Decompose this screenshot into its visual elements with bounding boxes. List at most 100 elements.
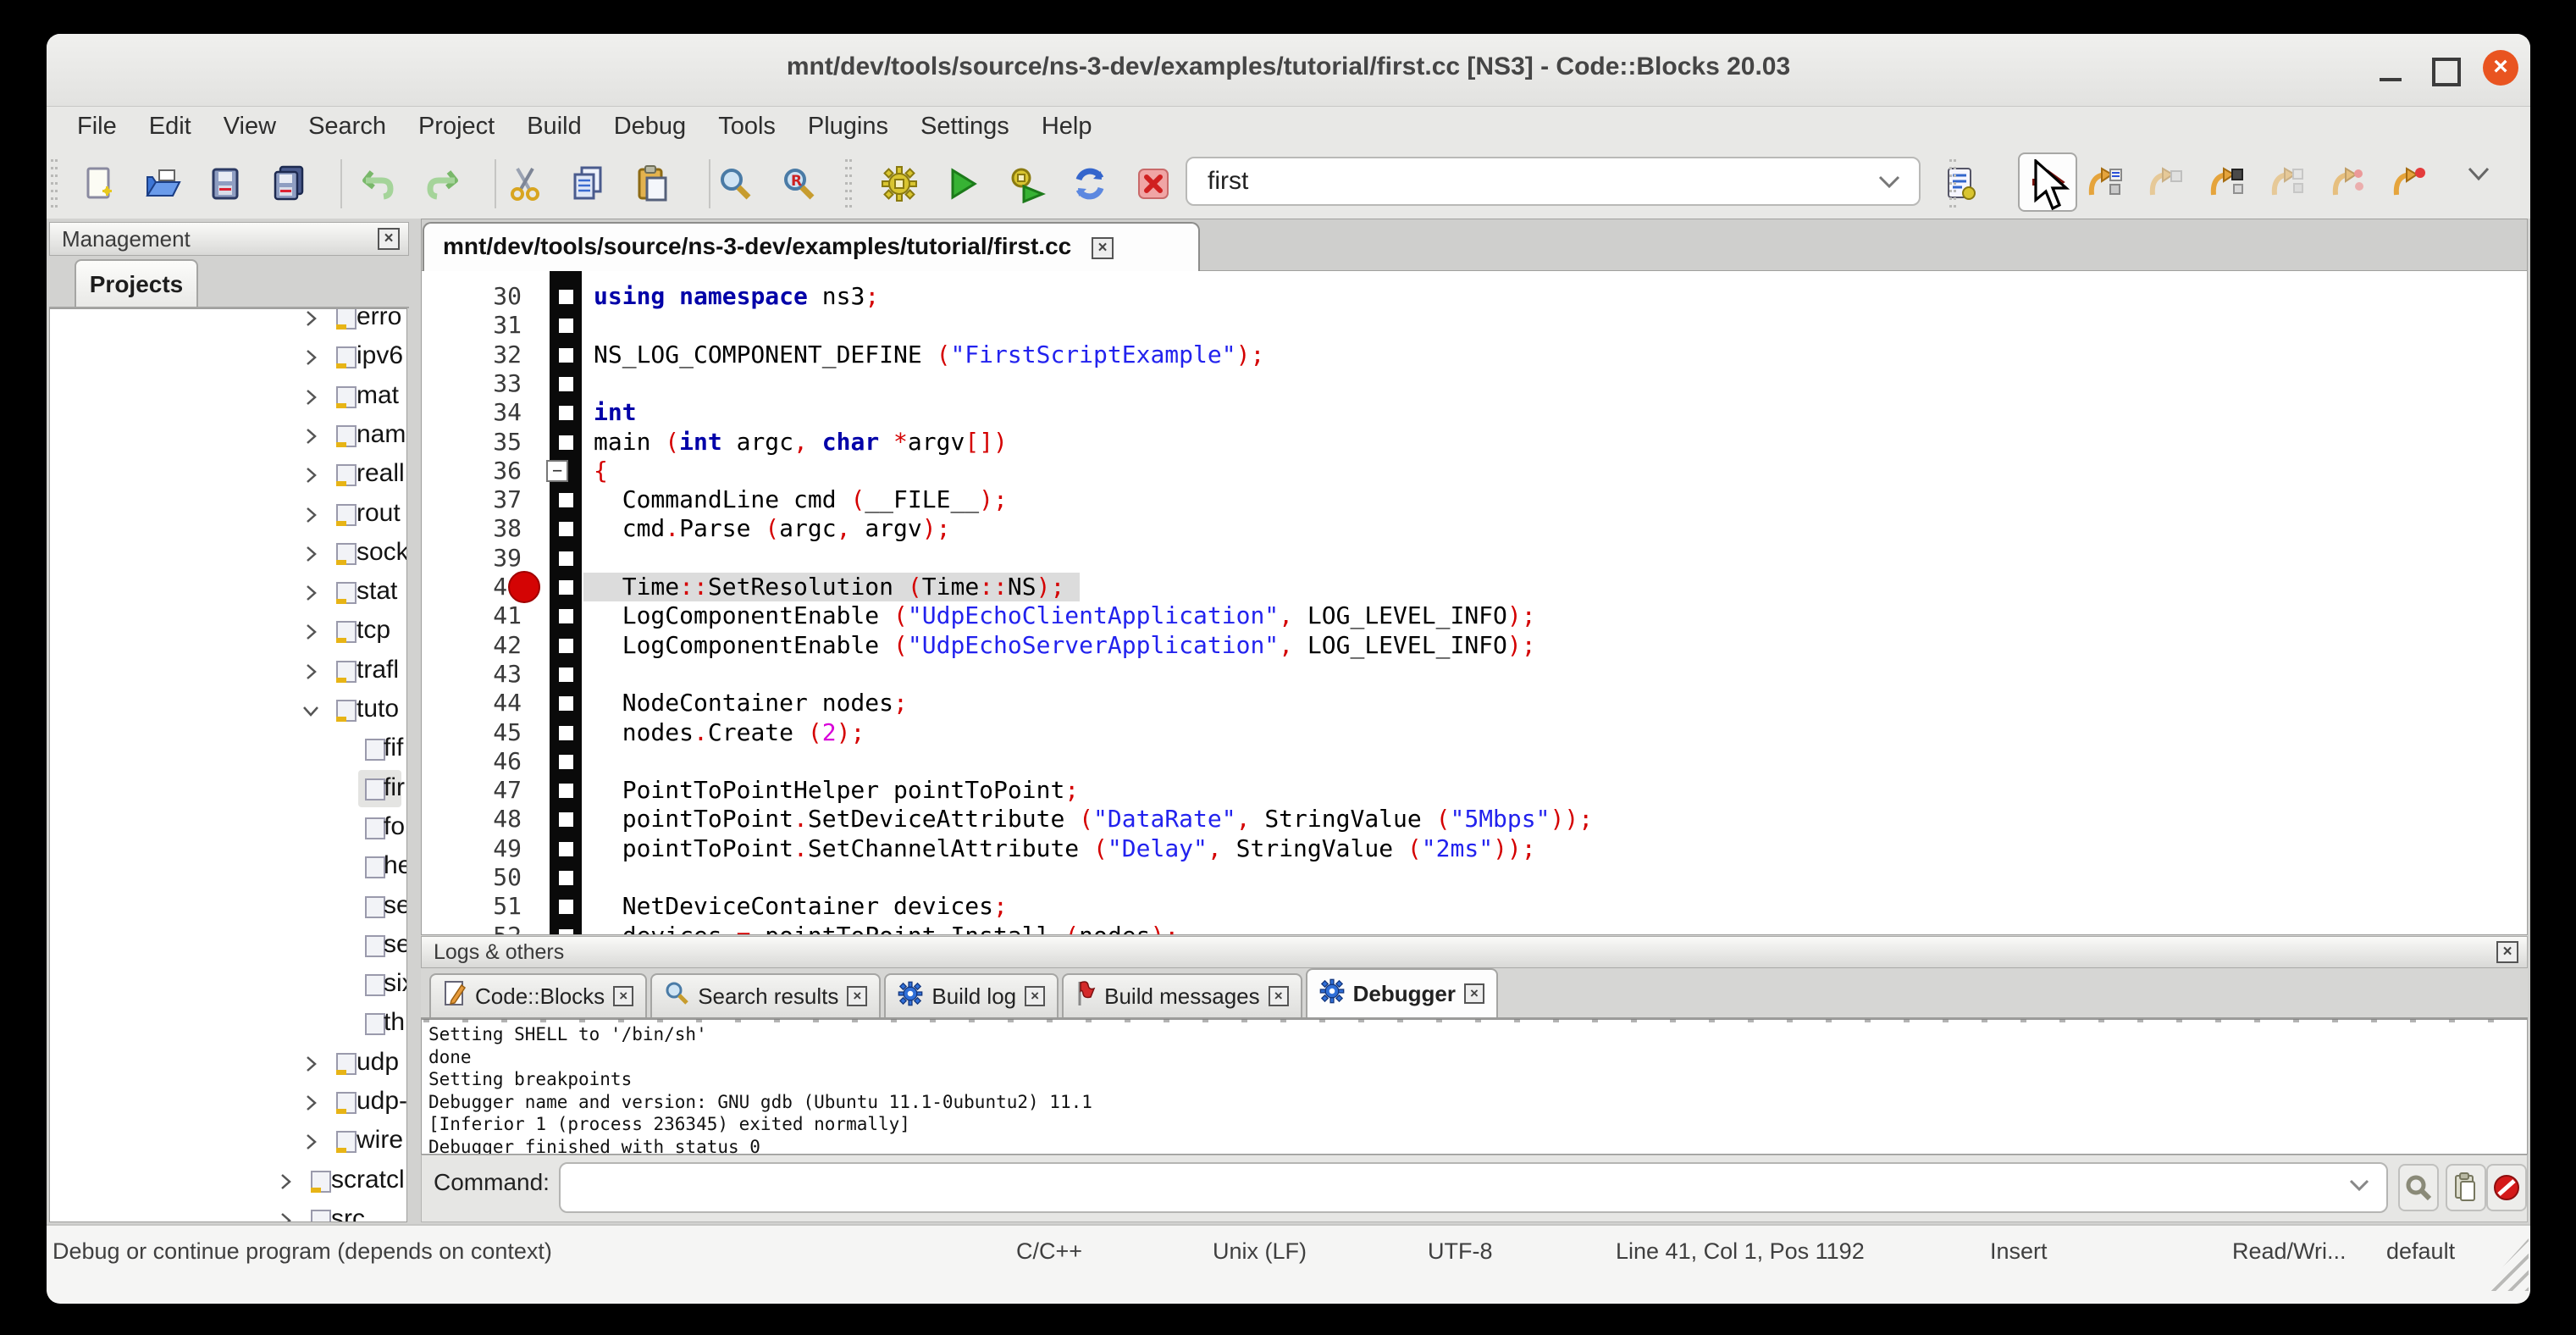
tree-item-tcp[interactable]: tcp <box>50 612 406 651</box>
menu-build[interactable]: Build <box>511 103 598 149</box>
chevron-collapsed-icon[interactable] <box>302 584 319 607</box>
chevron-collapsed-icon[interactable] <box>277 1172 294 1195</box>
find-in-files-button[interactable]: R <box>776 161 821 207</box>
tree-item-rout[interactable]: rout <box>50 496 406 535</box>
log-tab-close-icon[interactable]: × <box>613 986 633 1006</box>
step-into-button[interactable] <box>2205 161 2251 207</box>
paste-button[interactable] <box>629 161 675 207</box>
undo-button[interactable] <box>356 161 401 207</box>
rebuild-button[interactable] <box>1067 161 1113 207</box>
menu-plugins[interactable]: Plugins <box>792 103 904 149</box>
run-button[interactable] <box>940 161 986 207</box>
tree-item-tuto[interactable]: tuto <box>50 691 406 730</box>
tab-projects[interactable]: Projects <box>75 259 198 308</box>
breakpoint-icon[interactable] <box>508 571 540 603</box>
tree-item-th[interactable]: th <box>50 1005 406 1044</box>
code-editor[interactable]: 30using namespace ns3;3132NS_LOG_COMPONE… <box>421 271 2528 935</box>
tree-item-mat[interactable]: mat <box>50 378 406 417</box>
chevron-collapsed-icon[interactable] <box>302 623 319 645</box>
tree-item-six[interactable]: six <box>50 966 406 1005</box>
menu-file[interactable]: File <box>61 103 133 149</box>
command-input[interactable] <box>559 1162 2388 1213</box>
minimize-button[interactable] <box>2380 78 2402 81</box>
next-instruction-button[interactable] <box>2327 161 2373 207</box>
chevron-collapsed-icon[interactable] <box>302 506 319 529</box>
log-tab-debugger[interactable]: Debugger× <box>1306 968 1498 1017</box>
menu-help[interactable]: Help <box>1025 103 1108 149</box>
save-all-button[interactable] <box>268 161 313 207</box>
menu-search[interactable]: Search <box>292 103 402 149</box>
tree-item-se[interactable]: se <box>50 888 406 927</box>
compiler-target-options-icon[interactable] <box>1938 161 1983 207</box>
chevron-collapsed-icon[interactable] <box>302 1094 319 1116</box>
build-and-run-button[interactable] <box>1003 161 1049 207</box>
tree-item-fir[interactable]: fir <box>50 770 406 809</box>
tree-item-scratcl[interactable]: scratcl <box>50 1162 406 1201</box>
tree-item-trafl[interactable]: trafl <box>50 652 406 691</box>
build-button[interactable] <box>876 161 922 207</box>
toolbar-drag-handle[interactable] <box>51 159 58 208</box>
menu-settings[interactable]: Settings <box>904 103 1025 149</box>
copy-log-button[interactable] <box>2446 1164 2486 1211</box>
tree-item-fo[interactable]: fo <box>50 809 406 848</box>
cut-button[interactable] <box>502 161 548 207</box>
tree-item-udp-[interactable]: udp- <box>50 1083 406 1122</box>
log-tab-search-results[interactable]: Search results× <box>650 973 881 1017</box>
copy-button[interactable] <box>566 161 611 207</box>
tree-item-udp[interactable]: udp <box>50 1044 406 1083</box>
chevron-collapsed-icon[interactable] <box>302 348 319 371</box>
open-file-button[interactable] <box>141 161 186 207</box>
panel-splitter[interactable] <box>409 219 421 1224</box>
close-button[interactable]: × <box>2483 50 2518 86</box>
log-tab-close-icon[interactable]: × <box>1025 986 1045 1006</box>
maximize-button[interactable] <box>2432 58 2461 86</box>
tree-item-he[interactable]: he <box>50 848 406 887</box>
chevron-expanded-icon[interactable] <box>302 701 319 724</box>
chevron-collapsed-icon[interactable] <box>302 1133 319 1155</box>
new-file-button[interactable] <box>77 161 123 207</box>
menu-project[interactable]: Project <box>402 103 511 149</box>
build-target-combobox[interactable]: first <box>1186 157 1921 206</box>
menu-edit[interactable]: Edit <box>133 103 207 149</box>
find-button[interactable] <box>712 161 758 207</box>
fold-marker-icon[interactable]: − <box>546 460 568 482</box>
chevron-collapsed-icon[interactable] <box>302 466 319 489</box>
log-tab-close-icon[interactable]: × <box>847 986 867 1006</box>
toolbar-drag-handle[interactable] <box>845 159 852 208</box>
tree-item-stat[interactable]: stat <box>50 573 406 612</box>
tree-item-ipv6[interactable]: ipv6 <box>50 338 406 377</box>
redo-button[interactable] <box>419 161 465 207</box>
tree-item-wire[interactable]: wire <box>50 1122 406 1161</box>
chevron-collapsed-icon[interactable] <box>302 388 319 411</box>
chevron-down-icon[interactable] <box>1878 158 1900 204</box>
abort-button[interactable] <box>1130 161 1176 207</box>
chevron-collapsed-icon[interactable] <box>302 427 319 450</box>
tree-item-se[interactable]: se <box>50 927 406 966</box>
log-tab-code-blocks[interactable]: Code::Blocks× <box>429 973 647 1017</box>
toolbar-drag-handle[interactable] <box>1949 159 1956 208</box>
editor-tab-first-cc[interactable]: mnt/dev/tools/source/ns-3-dev/examples/t… <box>423 222 1200 271</box>
management-close-icon[interactable]: × <box>378 228 400 250</box>
tree-item-nam[interactable]: nam <box>50 417 406 456</box>
chevron-collapsed-icon[interactable] <box>302 1055 319 1077</box>
tree-item-sock[interactable]: sock <box>50 535 406 573</box>
logs-close-icon[interactable]: × <box>2496 941 2518 963</box>
log-tab-close-icon[interactable]: × <box>1269 986 1289 1006</box>
stop-debugger-button[interactable] <box>2486 1164 2527 1211</box>
run-to-cursor-button[interactable] <box>2083 161 2129 207</box>
step-into-instruction-button[interactable] <box>2388 161 2434 207</box>
save-button[interactable] <box>204 161 250 207</box>
chevron-collapsed-icon[interactable] <box>302 545 319 568</box>
debug-attach-button[interactable] <box>2398 1164 2439 1211</box>
editor-tab-close-icon[interactable]: × <box>1092 237 1114 259</box>
chevron-collapsed-icon[interactable] <box>277 1211 294 1222</box>
step-out-button[interactable] <box>2266 161 2312 207</box>
tree-item-src[interactable]: src <box>50 1201 406 1222</box>
menu-view[interactable]: View <box>207 103 292 149</box>
chevron-down-icon[interactable] <box>2349 1179 2369 1196</box>
tree-item-erro[interactable]: erro <box>50 308 406 338</box>
log-tab-close-icon[interactable]: × <box>1464 983 1484 1004</box>
tree-item-fif[interactable]: fif <box>50 730 406 769</box>
debugger-log[interactable]: Setting SHELL to '/bin/sh'doneSetting br… <box>421 1019 2528 1155</box>
chevron-collapsed-icon[interactable] <box>302 662 319 685</box>
